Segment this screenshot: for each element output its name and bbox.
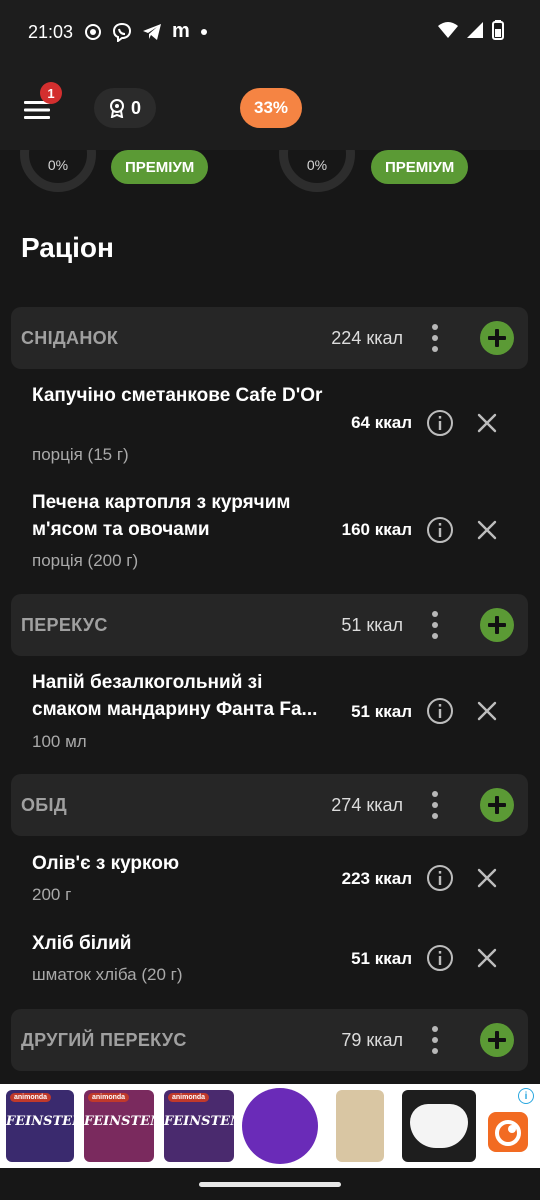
remove-icon[interactable] <box>476 867 498 889</box>
premium-button-left[interactable]: ПРЕМІУМ <box>111 150 209 184</box>
more-options-icon[interactable] <box>428 1025 442 1055</box>
points-pill[interactable]: 0 <box>94 88 156 128</box>
remove-icon[interactable] <box>476 700 498 722</box>
food-portion: порція (200 г) <box>32 551 139 570</box>
food-portion: 100 мл <box>32 732 87 751</box>
more-options-icon[interactable] <box>428 323 442 353</box>
food-kcal: 51 ккал <box>351 949 412 968</box>
app-header: 1 0 33% <box>0 66 540 150</box>
info-icon[interactable] <box>426 409 454 437</box>
food-name: Олів'є з куркою <box>32 853 180 874</box>
food-kcal: 223 ккал <box>341 869 412 888</box>
nutrient-percent-left: 0% <box>47 157 69 173</box>
nutrient-ring-right: 0% <box>279 150 355 192</box>
telegram-icon <box>143 23 161 40</box>
food-item[interactable]: Олів'є з куркою 200 г 223 ккал <box>0 838 540 918</box>
nutrient-row: 0% ПРЕМІУМ 0% ПРЕМІУМ <box>0 150 540 200</box>
notification-icons: m <box>84 20 208 43</box>
ad-product-label: FEINSTEN <box>164 1114 242 1129</box>
m-icon: m <box>172 20 190 42</box>
ad-brand-icon[interactable] <box>488 1112 528 1152</box>
food-portion: шматок хліба (20 г) <box>32 965 183 984</box>
food-item[interactable]: Капучіно сметанкове Cafe D'Or порція (15… <box>0 370 540 476</box>
status-bar: 21:03 m <box>0 0 540 66</box>
more-options-icon[interactable] <box>428 790 442 820</box>
meal-name: ДРУГИЙ ПЕРЕКУС <box>21 1030 187 1050</box>
dot-icon <box>200 28 207 35</box>
battery-icon <box>492 20 504 40</box>
award-icon <box>109 99 124 118</box>
system-icons <box>438 20 504 40</box>
ad-choices-icon[interactable]: i <box>518 1088 534 1104</box>
meal-kcal: 79 ккал <box>341 1030 403 1050</box>
signal-dot-icon <box>85 23 101 40</box>
info-icon[interactable] <box>426 944 454 972</box>
remove-icon[interactable] <box>476 519 498 541</box>
ad-product-bowl[interactable] <box>402 1090 476 1162</box>
cell-signal-icon <box>467 22 483 38</box>
ad-product-brand: animonda <box>88 1093 130 1102</box>
food-kcal: 64 ккал <box>351 413 412 432</box>
food-name: Капучіно сметанкове Cafe D'Or <box>32 385 323 406</box>
ad-product-2[interactable]: animonda FEINSTEN <box>84 1090 162 1162</box>
ad-product-1[interactable]: animonda FEINSTEN <box>6 1090 84 1162</box>
home-gesture-handle[interactable] <box>199 1182 341 1187</box>
add-food-button[interactable] <box>480 608 514 642</box>
ad-product-toy[interactable] <box>242 1088 318 1164</box>
food-kcal: 51 ккал <box>351 702 412 721</box>
meal-header-snack[interactable]: ПЕРЕКУС 51 ккал <box>11 594 528 656</box>
meal-name: ОБІД <box>21 795 67 815</box>
food-portion: 200 г <box>32 885 72 904</box>
info-icon[interactable] <box>426 864 454 892</box>
ad-product-label: FEINSTEN <box>6 1114 84 1129</box>
daily-progress-pill[interactable]: 33% <box>240 88 302 128</box>
ad-banner[interactable]: animonda FEINSTEN animonda FEINSTEN anim… <box>0 1084 540 1168</box>
info-icon[interactable] <box>426 516 454 544</box>
food-name: Хліб білий <box>32 933 132 954</box>
status-time: 21:03 <box>28 22 74 42</box>
remove-icon[interactable] <box>476 412 498 434</box>
premium-button-right[interactable]: ПРЕМІУМ <box>371 150 469 184</box>
remove-icon[interactable] <box>476 947 498 969</box>
meal-kcal: 51 ккал <box>341 615 403 635</box>
ad-product-brand: animonda <box>10 1093 52 1102</box>
ad-product-treats[interactable] <box>336 1090 384 1162</box>
food-item[interactable]: Печена картопля з курячим м'ясом та овоч… <box>0 476 540 582</box>
food-name: Напій безалкогольний зі смаком мандарину… <box>32 672 318 720</box>
info-icon[interactable] <box>426 697 454 725</box>
cat-bowl-image <box>410 1104 468 1148</box>
ad-product-brand: animonda <box>168 1093 210 1102</box>
add-food-button[interactable] <box>480 321 514 355</box>
ad-product-label: FEINSTEN <box>84 1114 162 1129</box>
meal-kcal: 274 ккал <box>331 795 403 815</box>
meal-header-second-snack[interactable]: ДРУГИЙ ПЕРЕКУС 79 ккал <box>11 1009 528 1071</box>
food-item[interactable]: Напій безалкогольний зі смаком мандарину… <box>0 657 540 763</box>
nutrient-percent-right: 0% <box>306 157 328 173</box>
meal-name: ПЕРЕКУС <box>21 615 108 635</box>
ad-product-3[interactable]: animonda FEINSTEN <box>164 1090 242 1162</box>
brand-logo-icon <box>495 1120 521 1146</box>
more-options-icon[interactable] <box>428 610 442 640</box>
add-food-button[interactable] <box>480 1023 514 1057</box>
food-name: Печена картопля з курячим м'ясом та овоч… <box>32 492 291 540</box>
section-title: Раціон <box>21 232 114 263</box>
viber-icon <box>112 22 132 42</box>
food-item[interactable]: Хліб білий шматок хліба (20 г) 51 ккал <box>0 918 540 1000</box>
wifi-icon <box>438 22 458 38</box>
meal-name: СНІДАНОК <box>21 328 119 348</box>
meal-header-breakfast[interactable]: СНІДАНОК 224 ккал <box>11 307 528 369</box>
navigation-bar <box>0 1168 540 1200</box>
meal-kcal: 224 ккал <box>331 328 403 348</box>
meal-header-lunch[interactable]: ОБІД 274 ккал <box>11 774 528 836</box>
add-food-button[interactable] <box>480 788 514 822</box>
food-portion: порція (15 г) <box>32 445 129 464</box>
notification-badge: 1 <box>40 82 62 104</box>
food-kcal: 160 ккал <box>341 520 412 539</box>
nutrient-ring-left: 0% <box>20 150 96 192</box>
points-value: 0 <box>130 97 141 118</box>
